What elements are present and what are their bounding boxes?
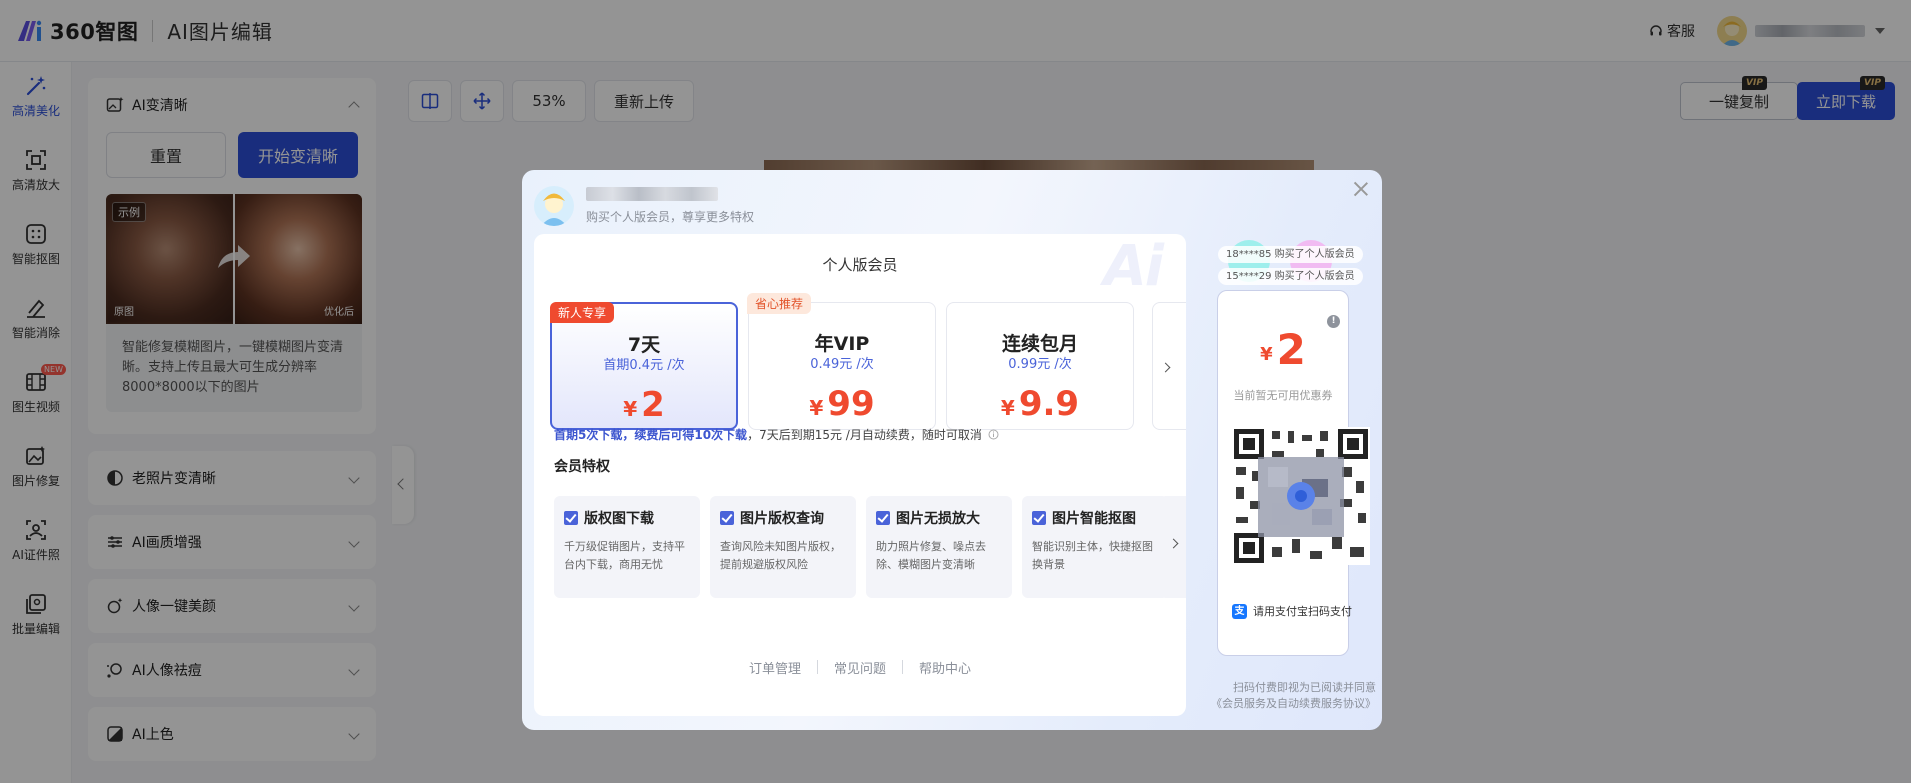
plan-panel: Ai 个人版会员 新人专享 7天 首期0.4元 /次 ¥2 省心推荐 年VIP …: [534, 234, 1186, 716]
perk-card: 图片版权查询 查询风险未知图片版权，提前规避版权风险: [710, 496, 856, 598]
purchase-ticker: 15****29 购买了个人版会员: [1218, 268, 1363, 285]
membership-modal: 购买个人版会员，尊享更多特权 Ai 个人版会员 新人专享 7天 首期0.4元 /…: [522, 170, 1382, 730]
pay-amount: ¥2: [1260, 325, 1306, 374]
perk-title: 图片无损放大: [896, 511, 980, 527]
plan-price: ¥9.9: [1000, 384, 1080, 424]
footer-links: 订单管理 常见问题 帮助中心: [534, 658, 1186, 677]
perk-title: 图片版权查询: [740, 511, 824, 527]
perk-desc: 助力照片修复、噪点去除、模糊图片变清晰: [876, 540, 986, 571]
agreement: 扫码付费即视为已阅读并同意 《会员服务及自动续费服务协议》: [1198, 680, 1376, 712]
plan-price: ¥99: [809, 384, 875, 424]
plan-panel-title: 个人版会员: [822, 256, 898, 274]
checkbox-icon: [720, 511, 734, 525]
plan-price: ¥2: [623, 385, 665, 425]
plan-unit-price: 首期0.4元 /次: [603, 358, 685, 373]
payment-panel: 18****85 购买了个人版会员 15****29 购买了个人版会员 ! ¥2…: [1198, 234, 1376, 726]
checkbox-icon: [1032, 511, 1046, 525]
checkbox-icon: [876, 511, 890, 525]
alipay-hint: 支 请用支付宝扫码支付: [1232, 603, 1352, 619]
avatar: [534, 186, 574, 226]
purchase-ticker: 18****85 购买了个人版会员: [1218, 246, 1363, 263]
checkbox-icon: [564, 511, 578, 525]
plan-card-7day[interactable]: 新人专享 7天 首期0.4元 /次 ¥2: [550, 302, 738, 430]
qr-code: [1232, 427, 1370, 565]
perk-desc: 智能识别主体，快捷抠图换背景: [1032, 540, 1153, 571]
perk-card: 图片智能抠图 智能识别主体，快捷抠图换背景: [1022, 496, 1168, 598]
perk-desc: 千万级促销图片，支持平台内下载，商用无忧: [564, 540, 685, 571]
perk-title: 版权图下载: [584, 511, 654, 527]
perk-card: 版权图下载 千万级促销图片，支持平台内下载，商用无忧: [554, 496, 700, 598]
alipay-icon: 支: [1232, 603, 1247, 619]
close-icon[interactable]: [1352, 180, 1370, 198]
plan-name: 年VIP: [814, 333, 870, 355]
perk-desc: 查询风险未知图片版权，提前规避版权风险: [720, 540, 841, 571]
plan-tag: 新人专享: [550, 302, 615, 323]
perks-title: 会员特权: [554, 459, 610, 475]
plan-unit-price: 0.99元 /次: [1008, 357, 1072, 372]
username-redacted: [586, 187, 718, 201]
plan-name: 7天: [627, 334, 661, 356]
agreement-text: 扫码付费即视为已阅读并同意: [1233, 681, 1376, 694]
perk-card: 图片无损放大 助力照片修复、噪点去除、模糊图片变清晰: [866, 496, 1012, 598]
plan-terms: 首期5次下载，续费后可得10次下载，7天后到期15元 /月自动续费，随时可取消: [554, 426, 999, 443]
plan-card-yearly[interactable]: 省心推荐 年VIP 0.49元 /次 ¥99: [747, 293, 936, 430]
agreement-link[interactable]: 《会员服务及自动续费服务协议》: [1198, 696, 1376, 712]
perk-title: 图片智能抠图: [1052, 511, 1136, 527]
plan-name: 连续包月: [1001, 333, 1078, 355]
modal-subtitle: 购买个人版会员，尊享更多特权: [586, 210, 755, 224]
help-center-link[interactable]: 帮助中心: [903, 658, 987, 677]
plan-tag: 省心推荐: [747, 293, 812, 314]
info-icon[interactable]: [988, 429, 999, 440]
coupon-note: 当前暂无可用优惠券: [1233, 389, 1333, 402]
order-management-link[interactable]: 订单管理: [733, 658, 817, 677]
pay-method: 请用支付宝扫码支付: [1253, 605, 1352, 618]
plan-card-monthly[interactable]: 连续包月 0.99元 /次 ¥9.9: [946, 302, 1134, 430]
qr-card: ! ¥2 当前暂无可用优惠券 支 请用支付宝扫码支付: [1217, 290, 1370, 656]
plan-unit-price: 0.49元 /次: [810, 357, 874, 372]
faq-link[interactable]: 常见问题: [818, 658, 902, 677]
